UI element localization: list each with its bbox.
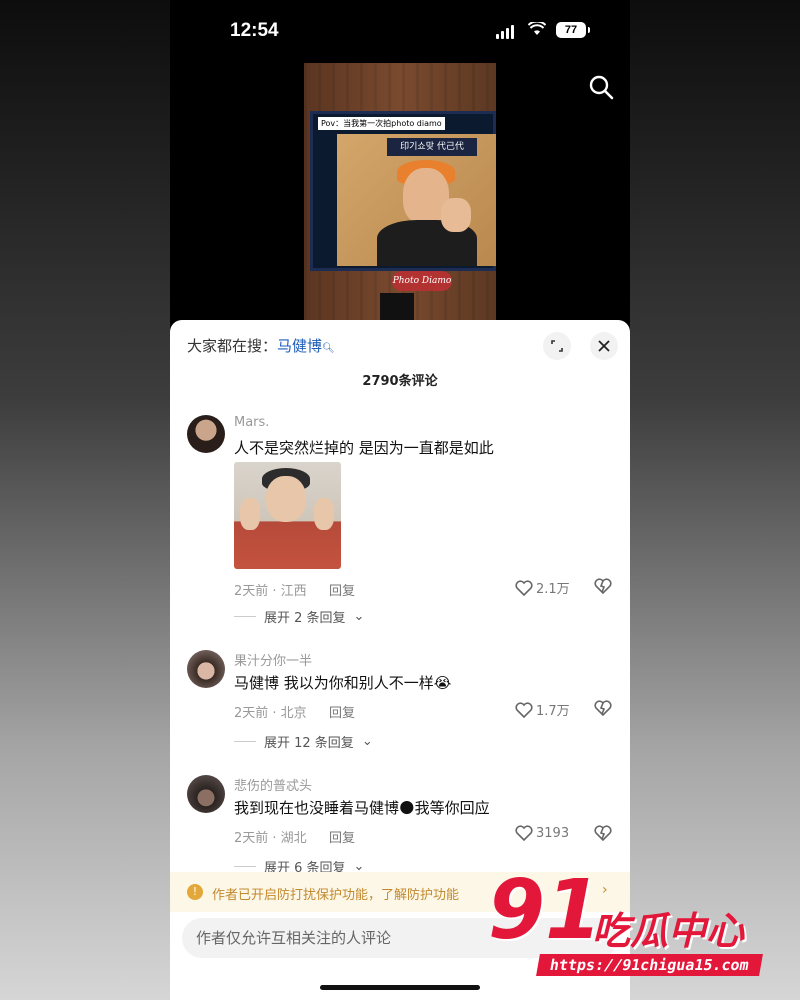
expand-replies-label: 展开 2 条回复 (264, 611, 346, 626)
expand-replies[interactable]: 展开 2 条回复 ⌄ (234, 607, 364, 626)
image-hand-right (314, 498, 334, 530)
monitor-stand (380, 293, 414, 321)
wifi-icon (528, 22, 546, 35)
comment-text: 马健博 我以为你和别人不一样😭 (234, 674, 452, 692)
avatar[interactable] (187, 415, 225, 453)
reply-button[interactable]: 回复 (329, 580, 355, 599)
watermark-number: 91 (488, 863, 603, 958)
dislike-button[interactable] (594, 700, 612, 720)
dislike-button[interactable] (594, 578, 612, 598)
heart-icon (515, 701, 533, 718)
like-button[interactable]: 3193 (515, 825, 569, 841)
comment-username[interactable]: 悲伤的普忒头 (234, 775, 312, 794)
divider (234, 866, 256, 867)
like-count: 2.1万 (536, 582, 570, 597)
status-time: 12:54 (230, 20, 279, 41)
like-count: 3193 (536, 825, 570, 841)
close-button[interactable] (590, 332, 618, 360)
protection-notice-text: 作者已开启防打扰保护功能，了解防护功能 (212, 888, 460, 903)
broken-heart-icon (594, 825, 612, 842)
comment-image[interactable] (234, 462, 341, 569)
watermark-title: 吃瓜中心 (592, 909, 745, 953)
like-button[interactable]: 1.7万 (515, 700, 570, 719)
comment-text: 人不是突然烂掉的 是因为一直都是如此 (234, 439, 494, 457)
hot-search[interactable]: 大家都在搜：马健博🔍︎ (187, 335, 335, 356)
monitor-screen: 印기쇼맞 代己代 (310, 111, 496, 271)
close-icon (598, 340, 610, 352)
reply-button[interactable]: 回复 (329, 827, 355, 846)
small-search-icon: 🔍︎ (322, 343, 335, 354)
expand-replies[interactable]: 展开 12 条回复 ⌄ (234, 732, 373, 751)
hot-search-keyword[interactable]: 马健博 (277, 337, 322, 355)
expand-button[interactable] (543, 332, 571, 360)
background-left (0, 0, 170, 1000)
like-button[interactable]: 2.1万 (515, 578, 570, 597)
avatar[interactable] (187, 650, 225, 688)
photo-diamo-logo: Photo Diamo (392, 271, 452, 291)
comment-count: 2790条评论 (362, 374, 438, 389)
image-face (266, 476, 306, 522)
screen-banner: 印기쇼맞 代己代 (387, 138, 477, 156)
video-player[interactable]: 印기쇼맞 代己代 Pov：当我第一次拍photo diamo Photo Dia… (304, 63, 496, 321)
phone-screen: 12:54 77 印기쇼맞 代己代 Pov：当我第一次拍photo diamo … (170, 0, 630, 1000)
chevron-down-icon: ⌄ (353, 609, 365, 624)
broken-heart-icon (594, 578, 612, 595)
comment-username[interactable]: 果汁分你一半 (234, 650, 312, 669)
expand-replies-label: 展开 12 条回复 (264, 736, 354, 751)
comment-meta: 2天前 · 湖北 (234, 831, 307, 846)
background-right (630, 0, 800, 1000)
comment-item: Mars. 人不是突然烂掉的 是因为一直都是如此 2天前 · 江西 回复 2.1… (170, 415, 630, 630)
monitor-image: 印기쇼맞 代己代 (337, 134, 496, 266)
comment-input[interactable] (196, 918, 496, 958)
home-indicator[interactable] (320, 985, 480, 990)
heart-icon (515, 825, 533, 841)
comment-meta: 2天前 · 江西 (234, 584, 307, 599)
comment-text: 我到现在也没睡着马健博🌑我等你回应 (234, 799, 490, 817)
watermark-logo: 91 吃瓜中心 https://91chigua15.com (488, 870, 788, 990)
video-caption: Pov：当我第一次拍photo diamo (318, 117, 445, 130)
reply-button[interactable]: 回复 (329, 702, 355, 721)
warning-icon: ! (187, 884, 203, 900)
watermark-url: https://91chigua15.com (536, 954, 763, 976)
divider (234, 616, 256, 617)
expand-icon (551, 340, 563, 352)
person-hand (441, 198, 471, 232)
comment-item: 果汁分你一半 马健博 我以为你和别人不一样😭 2天前 · 北京 回复 1.7万 … (170, 650, 630, 751)
chevron-down-icon: ⌄ (361, 734, 373, 749)
dislike-button[interactable] (594, 825, 612, 845)
heart-icon (515, 579, 533, 596)
comment-meta: 2天前 · 北京 (234, 706, 307, 721)
signal-icon (496, 25, 514, 39)
comment-item: 悲伤的普忒头 我到现在也没睡着马健博🌑我等你回应 2天前 · 湖北 回复 319… (170, 775, 630, 876)
like-count: 1.7万 (536, 704, 570, 719)
battery-icon: 77 (556, 22, 590, 38)
image-hand-left (240, 498, 260, 530)
comment-username[interactable]: Mars. (234, 415, 269, 430)
divider (234, 741, 256, 742)
search-icon[interactable] (588, 74, 614, 100)
hot-search-label: 大家都在搜： (187, 337, 278, 355)
status-bar: 12:54 77 (170, 0, 630, 60)
avatar[interactable] (187, 775, 225, 813)
broken-heart-icon (594, 700, 612, 717)
